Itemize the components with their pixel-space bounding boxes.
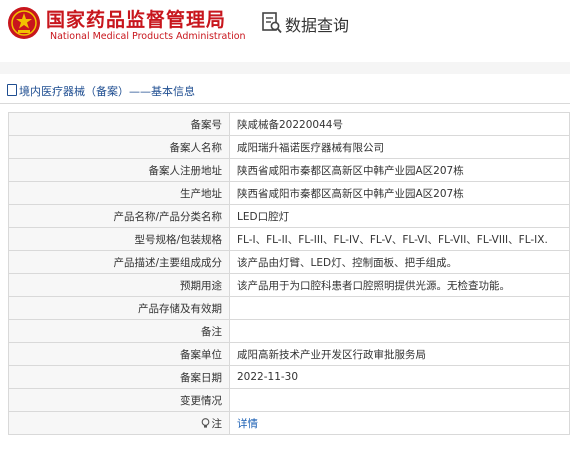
lightbulb-icon xyxy=(201,418,209,428)
page-title: 数据查询 xyxy=(285,16,350,35)
row-label: 备案单位 xyxy=(8,342,230,366)
row-value xyxy=(229,296,570,320)
site-title: 国家药品监督管理局 xyxy=(46,9,227,31)
row-value: 该产品由灯臂、LED灯、控制面板、把手组成。 xyxy=(229,250,570,274)
row-value: 咸阳高新技术产业开发区行政审批服务局 xyxy=(229,342,570,366)
table-row: 注 详情 xyxy=(8,411,570,435)
section-title-text: 境内医疗器械（备案）——基本信息 xyxy=(19,85,195,98)
row-value xyxy=(229,319,570,343)
info-table: 备案号 陕咸械备20220044号 备案人名称 咸阳瑞升福诺医疗器械有限公司 备… xyxy=(8,112,570,435)
table-row: 备案人名称 咸阳瑞升福诺医疗器械有限公司 xyxy=(8,135,570,159)
site-header: 国家药品监督管理局 National Medical Products Admi… xyxy=(0,0,570,62)
row-value: FL-I、FL-II、FL-III、FL-IV、FL-V、FL-VI、FL-VI… xyxy=(229,227,570,251)
row-label: 产品描述/主要组成成分 xyxy=(8,250,230,274)
table-row: 产品存储及有效期 xyxy=(8,296,570,320)
row-label: 备案号 xyxy=(8,112,230,136)
row-label: 产品存储及有效期 xyxy=(8,296,230,320)
header-divider xyxy=(0,62,570,74)
document-search-icon xyxy=(262,12,282,34)
table-row: 产品名称/产品分类名称 LED口腔灯 xyxy=(8,204,570,228)
section-header: 境内医疗器械（备案）——基本信息 xyxy=(0,76,570,104)
row-label: 生产地址 xyxy=(8,181,230,205)
table-row: 生产地址 陕西省咸阳市秦都区高新区中韩产业园A区207栋 xyxy=(8,181,570,205)
row-value: 详情 xyxy=(229,411,570,435)
row-value: 该产品用于为口腔科患者口腔照明提供光源。无检查功能。 xyxy=(229,273,570,297)
table-row: 型号规格/包装规格 FL-I、FL-II、FL-III、FL-IV、FL-V、F… xyxy=(8,227,570,251)
row-value: 陕咸械备20220044号 xyxy=(229,112,570,136)
row-label: 变更情况 xyxy=(8,388,230,412)
details-link[interactable]: 详情 xyxy=(237,418,258,430)
row-label: 备案日期 xyxy=(8,365,230,389)
table-row: 备案号 陕咸械备20220044号 xyxy=(8,112,570,136)
document-icon xyxy=(7,84,17,96)
row-value: 2022-11-30 xyxy=(229,365,570,389)
row-label: 注 xyxy=(8,411,230,435)
row-label: 产品名称/产品分类名称 xyxy=(8,204,230,228)
row-label: 备注 xyxy=(8,319,230,343)
table-row: 预期用途 该产品用于为口腔科患者口腔照明提供光源。无检查功能。 xyxy=(8,273,570,297)
row-value xyxy=(229,388,570,412)
row-label: 型号规格/包装规格 xyxy=(8,227,230,251)
section-title: 境内医疗器械（备案）——基本信息 xyxy=(7,83,195,99)
row-label: 备案人注册地址 xyxy=(8,158,230,182)
row-value: 咸阳瑞升福诺医疗器械有限公司 xyxy=(229,135,570,159)
table-row: 备案单位 咸阳高新技术产业开发区行政审批服务局 xyxy=(8,342,570,366)
site-subtitle: National Medical Products Administration xyxy=(50,31,246,42)
row-value: 陕西省咸阳市秦都区高新区中韩产业园A区207栋 xyxy=(229,158,570,182)
table-row: 备案人注册地址 陕西省咸阳市秦都区高新区中韩产业园A区207栋 xyxy=(8,158,570,182)
row-value: 陕西省咸阳市秦都区高新区中韩产业园A区207栋 xyxy=(229,181,570,205)
table-row: 备案日期 2022-11-30 xyxy=(8,365,570,389)
row-label: 预期用途 xyxy=(8,273,230,297)
table-row: 产品描述/主要组成成分 该产品由灯臂、LED灯、控制面板、把手组成。 xyxy=(8,250,570,274)
table-row: 变更情况 xyxy=(8,388,570,412)
national-emblem-icon xyxy=(8,7,40,39)
row-value: LED口腔灯 xyxy=(229,204,570,228)
row-label: 备案人名称 xyxy=(8,135,230,159)
row-label-text: 注 xyxy=(211,417,223,430)
table-row: 备注 xyxy=(8,319,570,343)
